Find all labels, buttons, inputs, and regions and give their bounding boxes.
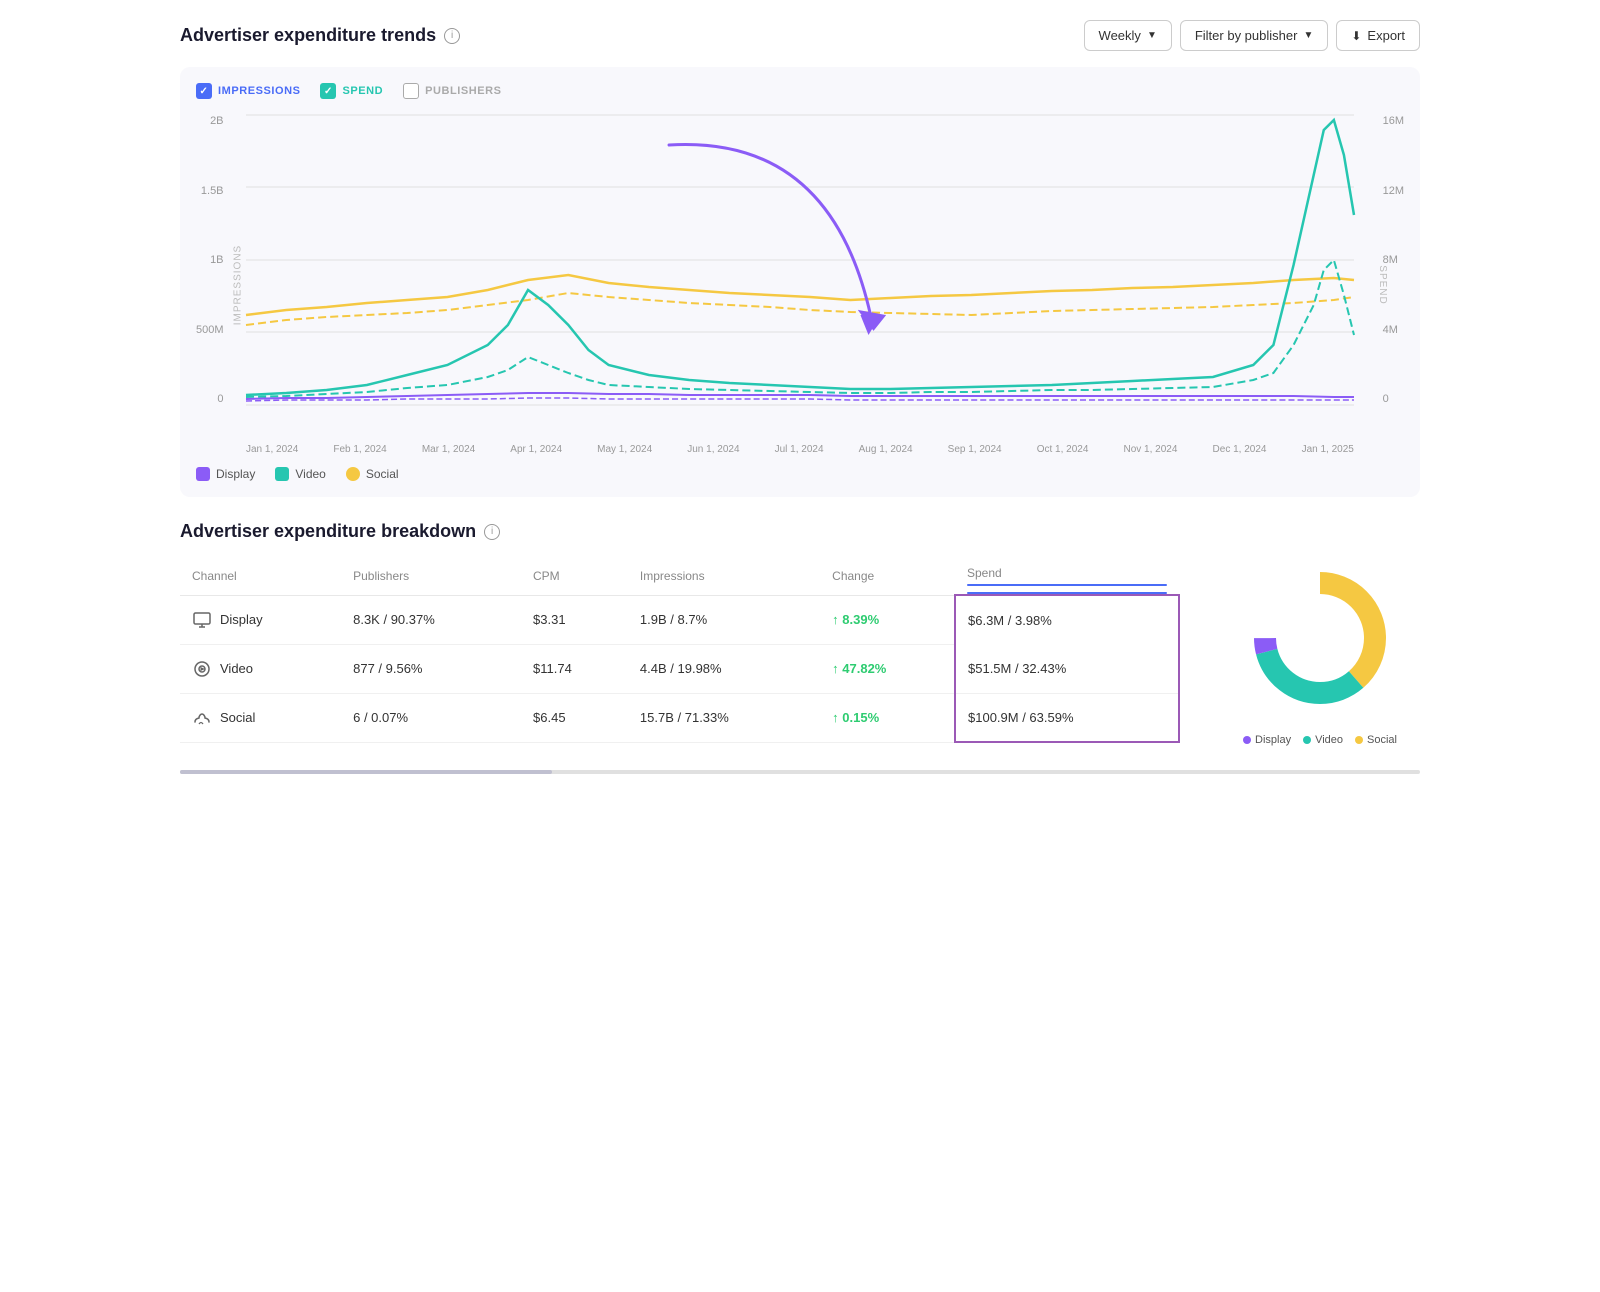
- chart-legend-bar: IMPRESSIONS SPEND PUBLISHERS: [196, 83, 1404, 99]
- col-channel: Channel: [180, 558, 341, 595]
- table-row: Video 877 / 9.56% $11.74 4.4B / 19.98% ↑…: [180, 644, 1179, 693]
- weekly-dropdown-arrow: ▼: [1147, 30, 1157, 41]
- x-axis: Jan 1, 2024 Feb 1, 2024 Mar 1, 2024 Apr …: [246, 444, 1354, 455]
- social-icon: [192, 708, 212, 728]
- y-axis-left-label: IMPRESSIONS: [233, 245, 244, 325]
- publishers-legend[interactable]: PUBLISHERS: [403, 83, 501, 99]
- col-cpm: CPM: [521, 558, 628, 595]
- social-legend-item[interactable]: Social: [346, 467, 399, 481]
- publishers-label: PUBLISHERS: [425, 85, 501, 97]
- display-legend-color: [196, 467, 210, 481]
- video-channel-name: Video: [220, 661, 253, 676]
- display-spend: $6.3M / 3.98%: [955, 595, 1179, 644]
- export-button[interactable]: ⬇ Export: [1336, 20, 1420, 51]
- scroll-bar[interactable]: [180, 770, 1420, 774]
- donut-social-dot: [1355, 736, 1363, 744]
- social-change: ↑ 0.15%: [820, 693, 955, 742]
- display-change: ↑ 8.39%: [820, 595, 955, 644]
- video-legend-color: [275, 467, 289, 481]
- video-legend-label: Video: [295, 467, 325, 481]
- donut-social-legend: Social: [1355, 734, 1397, 746]
- y-axis-right: 16M 12M 8M 4M 0: [1375, 115, 1404, 405]
- chart-container: 2B 1.5B 1B 500M 0 IMPRESSIONS: [196, 115, 1404, 455]
- donut-video-legend: Video: [1303, 734, 1343, 746]
- donut-video-label: Video: [1315, 734, 1343, 746]
- display-cpm: $3.31: [521, 595, 628, 644]
- donut-chart-svg: [1240, 558, 1400, 718]
- video-impressions: 4.4B / 19.98%: [628, 644, 820, 693]
- col-spend: Spend: [955, 558, 1179, 595]
- donut-chart-container: Display Video Social: [1220, 558, 1420, 746]
- y-axis-left: 2B 1.5B 1B 500M 0: [196, 115, 232, 405]
- title-info-icon[interactable]: i: [444, 28, 460, 44]
- donut-legend: Display Video Social: [1243, 734, 1397, 746]
- col-impressions: Impressions: [628, 558, 820, 595]
- social-publishers: 6 / 0.07%: [341, 693, 521, 742]
- breakdown-table: Channel Publishers CPM Impressions Chang…: [180, 558, 1180, 743]
- spend-checkbox[interactable]: [320, 83, 336, 99]
- video-legend-item[interactable]: Video: [275, 467, 325, 481]
- chart-section: IMPRESSIONS SPEND PUBLISHERS 2B 1.5B 1B …: [180, 67, 1420, 497]
- table-row: Display 8.3K / 90.37% $3.31 1.9B / 8.7% …: [180, 595, 1179, 644]
- donut-social-label: Social: [1367, 734, 1397, 746]
- social-spend: $100.9M / 63.59%: [955, 693, 1179, 742]
- donut-video-dot: [1303, 736, 1311, 744]
- impressions-checkbox[interactable]: [196, 83, 212, 99]
- video-cpm: $11.74: [521, 644, 628, 693]
- page-title: Advertiser expenditure trends: [180, 25, 436, 46]
- display-channel-name: Display: [220, 612, 263, 627]
- export-icon: ⬇: [1351, 29, 1361, 43]
- video-spend: $51.5M / 32.43%: [955, 644, 1179, 693]
- scroll-thumb[interactable]: [180, 770, 552, 774]
- social-impressions: 15.7B / 71.33%: [628, 693, 820, 742]
- donut-display-legend: Display: [1243, 734, 1291, 746]
- impressions-legend[interactable]: IMPRESSIONS: [196, 83, 300, 99]
- breakdown-section: Advertiser expenditure breakdown i Chann…: [180, 521, 1420, 746]
- video-icon: [192, 659, 212, 679]
- display-icon: [192, 610, 212, 630]
- display-impressions: 1.9B / 8.7%: [628, 595, 820, 644]
- social-channel-name: Social: [220, 710, 255, 725]
- y-axis-right-label: SPEND: [1377, 265, 1388, 304]
- display-publishers: 8.3K / 90.37%: [341, 595, 521, 644]
- col-publishers: Publishers: [341, 558, 521, 595]
- video-publishers: 877 / 9.56%: [341, 644, 521, 693]
- spend-label: SPEND: [342, 85, 383, 97]
- social-legend-color: [346, 467, 360, 481]
- display-legend-label: Display: [216, 467, 255, 481]
- display-legend-item[interactable]: Display: [196, 467, 255, 481]
- donut-display-dot: [1243, 736, 1251, 744]
- series-legend: Display Video Social: [196, 467, 1404, 481]
- filter-by-publisher-button[interactable]: Filter by publisher ▼: [1180, 20, 1329, 51]
- donut-display-label: Display: [1255, 734, 1291, 746]
- video-change: ↑ 47.82%: [820, 644, 955, 693]
- publishers-checkbox[interactable]: [403, 83, 419, 99]
- breakdown-title: Advertiser expenditure breakdown: [180, 521, 476, 542]
- chart-svg: [246, 115, 1354, 405]
- social-cpm: $6.45: [521, 693, 628, 742]
- filter-dropdown-arrow: ▼: [1303, 30, 1313, 41]
- breakdown-info-icon[interactable]: i: [484, 524, 500, 540]
- table-row: Social 6 / 0.07% $6.45 15.7B / 71.33% ↑ …: [180, 693, 1179, 742]
- impressions-label: IMPRESSIONS: [218, 85, 300, 97]
- col-change: Change: [820, 558, 955, 595]
- weekly-button[interactable]: Weekly ▼: [1084, 20, 1172, 51]
- social-legend-label: Social: [366, 467, 399, 481]
- chart-svg-container: [246, 115, 1354, 405]
- breakdown-content: Channel Publishers CPM Impressions Chang…: [180, 558, 1420, 746]
- spend-legend[interactable]: SPEND: [320, 83, 383, 99]
